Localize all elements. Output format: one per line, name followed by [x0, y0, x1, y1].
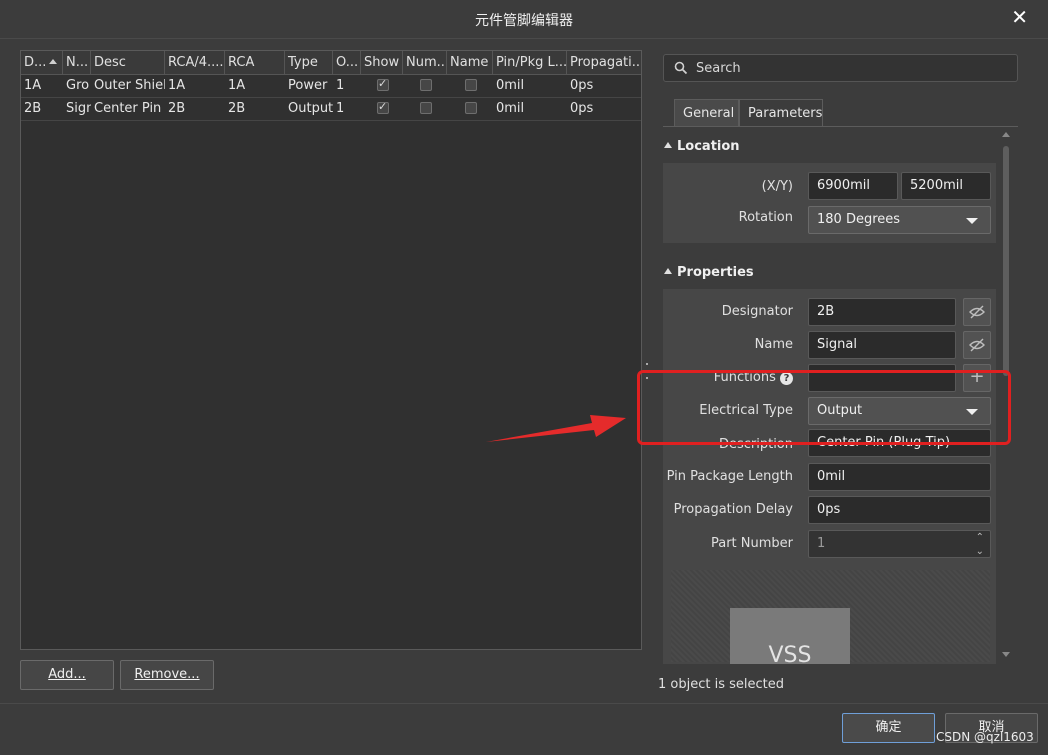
tab-underline: [663, 126, 1018, 127]
scrollbar-thumb[interactable]: [1003, 146, 1009, 376]
ok-button[interactable]: 确定: [842, 713, 935, 743]
cell-designator: 1A: [24, 78, 42, 93]
number-checkbox[interactable]: [420, 102, 432, 114]
rotation-value: 180 Degrees: [817, 212, 901, 227]
scroll-up-icon[interactable]: [1002, 132, 1010, 137]
col-owner[interactable]: O...: [333, 51, 361, 74]
x-field[interactable]: 6900mil: [808, 172, 898, 200]
part-number-label: Part Number: [710, 536, 793, 551]
selection-status: 1 object is selected: [658, 677, 784, 692]
search-input[interactable]: Search: [663, 54, 1018, 82]
cell-pkg-length: 0mil: [496, 101, 525, 116]
name-visible-checkbox[interactable]: [465, 79, 477, 91]
cell-desc: Center Pin (: [94, 101, 165, 116]
rotation-dropdown[interactable]: 180 Degrees: [808, 206, 991, 234]
y-field[interactable]: 5200mil: [901, 172, 991, 200]
part-number-value: 1: [817, 536, 826, 551]
close-icon[interactable]: ✕: [1011, 5, 1028, 29]
stepper-down-icon[interactable]: ⌄: [976, 539, 984, 557]
title-bar: 元件管脚编辑器 ✕: [0, 0, 1048, 38]
properties-header[interactable]: Properties: [664, 265, 754, 280]
propagation-delay-field[interactable]: 0ps: [808, 496, 991, 524]
cell-owner: 1: [336, 101, 345, 116]
part-number-stepper[interactable]: 1 ⌃ ⌄: [808, 530, 991, 558]
cell-propagation: 0ps: [570, 101, 594, 116]
cell-name: Gro: [66, 78, 90, 93]
location-header[interactable]: Location: [664, 139, 740, 154]
dropdown-caret-icon: [966, 218, 978, 224]
cell-propagation: 0ps: [570, 78, 594, 93]
cell-rca4: 1A: [168, 78, 186, 93]
add-button-label: Add...: [48, 667, 86, 682]
cell-rca: 1A: [228, 78, 246, 93]
designator-label: Designator: [721, 304, 793, 319]
eye-hidden-icon: [969, 305, 985, 319]
cell-pkg-length: 0mil: [496, 78, 525, 93]
collapse-triangle-icon: [664, 268, 672, 274]
pin-package-length-field[interactable]: 0mil: [808, 463, 991, 491]
table-row[interactable]: 1A Gro Outer Shield 1A 1A Power 1 0mil 0…: [21, 74, 641, 98]
table-header: D... N... Desc RCA/4.... RCA Type O... S…: [21, 51, 641, 75]
pin-table[interactable]: D... N... Desc RCA/4.... RCA Type O... S…: [20, 50, 642, 650]
cell-rca4: 2B: [168, 101, 186, 116]
col-number[interactable]: Num...: [403, 51, 447, 74]
name-visible-checkbox[interactable]: [465, 102, 477, 114]
col-type[interactable]: Type: [285, 51, 333, 74]
visibility-toggle-button[interactable]: [963, 298, 991, 326]
propagation-delay-label: Propagation Delay: [673, 502, 793, 517]
rotation-label: Rotation: [738, 210, 793, 225]
search-placeholder: Search: [696, 61, 741, 76]
col-rca4[interactable]: RCA/4....: [165, 51, 225, 74]
search-icon: [674, 61, 688, 75]
pin-package-length-label: Pin Package Length: [666, 469, 793, 484]
cell-name: Sign: [66, 101, 91, 116]
col-name[interactable]: N...: [63, 51, 91, 74]
remove-button-label: Remove...: [134, 667, 200, 682]
col-propagation[interactable]: Propagati...: [567, 51, 641, 74]
cell-type: Output: [288, 101, 333, 116]
sort-ascending-icon: [49, 59, 57, 64]
title-separator: [0, 38, 1048, 39]
cell-owner: 1: [336, 78, 345, 93]
cell-desc: Outer Shield: [94, 78, 165, 93]
tab-parameters[interactable]: Parameters: [739, 99, 823, 126]
collapse-triangle-icon: [664, 142, 672, 148]
col-pkg-length[interactable]: Pin/Pkg L...: [493, 51, 567, 74]
name-label: Name: [754, 337, 793, 352]
col-rca[interactable]: RCA: [225, 51, 285, 74]
properties-header-label: Properties: [677, 265, 754, 280]
tab-general[interactable]: General: [674, 99, 739, 126]
number-checkbox[interactable]: [420, 79, 432, 91]
splitter-handle[interactable]: [646, 363, 648, 365]
location-header-label: Location: [677, 139, 740, 154]
table-row[interactable]: 2B Sign Center Pin ( 2B 2B Output 1 0mil…: [21, 97, 641, 121]
annotation-highlight-box: [637, 370, 1011, 445]
footer-separator: [0, 703, 1048, 704]
col-show[interactable]: Show: [361, 51, 403, 74]
cell-type: Power: [288, 78, 328, 93]
watermark: CSDN @qzl1603: [936, 730, 1034, 744]
show-checkbox[interactable]: [377, 77, 389, 91]
visibility-toggle-button[interactable]: [963, 331, 991, 359]
col-desc[interactable]: Desc: [91, 51, 165, 74]
cell-designator: 2B: [24, 101, 42, 116]
eye-hidden-icon: [969, 338, 985, 352]
name-field[interactable]: Signal: [808, 331, 956, 359]
cell-rca: 2B: [228, 101, 246, 116]
show-checkbox[interactable]: [377, 100, 389, 114]
xy-label: (X/Y): [761, 179, 793, 194]
window-title: 元件管脚编辑器: [475, 13, 573, 29]
scroll-down-icon[interactable]: [1002, 652, 1010, 657]
col-name-visible[interactable]: Name: [447, 51, 493, 74]
designator-field[interactable]: 2B: [808, 298, 956, 326]
remove-button[interactable]: Remove...: [120, 660, 214, 690]
annotation-arrow-icon: [486, 415, 626, 442]
add-button[interactable]: Add...: [20, 660, 114, 690]
preview-label: VSS: [768, 643, 812, 668]
